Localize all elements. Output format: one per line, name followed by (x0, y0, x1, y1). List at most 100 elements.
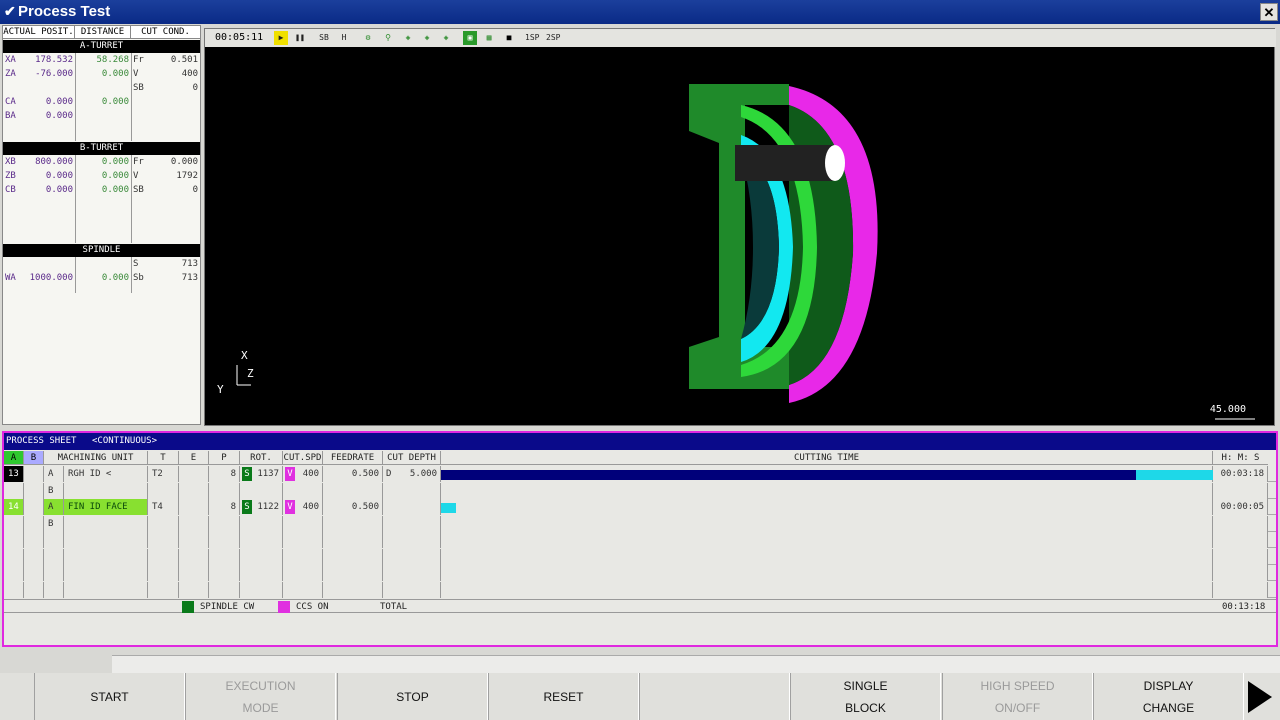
turret-label: A (44, 466, 64, 482)
time-hms (1213, 515, 1268, 532)
spindle-title: SPINDLE (3, 244, 200, 257)
scale-value: 45.000 (1209, 404, 1246, 415)
axis-x-label: X (241, 349, 248, 362)
cutting-time-bar (441, 532, 1213, 548)
function-key-7[interactable]: HIGH SPEED ON/OFF (942, 673, 1093, 720)
function-key-2[interactable]: EXECUTION MODE (185, 673, 336, 720)
p-value-text: 8 (230, 502, 236, 512)
h-icon[interactable]: H (337, 31, 351, 45)
function-key-5[interactable] (639, 673, 790, 720)
p-value (209, 532, 240, 548)
e-value (179, 515, 209, 532)
function-key-8[interactable]: DISPLAY CHANGE (1093, 673, 1244, 720)
turret-b-toggle[interactable]: B (24, 451, 44, 465)
turret-label: A (44, 499, 64, 515)
turret-label (44, 565, 64, 581)
tool-icon[interactable]: ⚙ (361, 31, 375, 45)
time-hms-text: 00:00:05 (1220, 502, 1264, 512)
function-key-label: STOP (396, 689, 429, 704)
process-row[interactable]: 13 A RGH ID < T2 8 1137 S 400 V 0.500 5.000 D 00:03:… (4, 466, 1276, 482)
cutting-time-bar (441, 515, 1213, 532)
header-distance: DISTANCE (75, 26, 131, 39)
cube2-icon[interactable]: ◈ (420, 31, 434, 45)
p-value (209, 482, 240, 499)
probe-icon[interactable]: ⚲ (381, 31, 395, 45)
unit-number-text: 13 (8, 469, 19, 479)
col-e: E (179, 451, 209, 465)
unit-number (4, 565, 24, 581)
cut-depth (383, 565, 441, 581)
axis-row: BA 0.000 (3, 110, 200, 123)
play-icon[interactable]: ▶ (274, 31, 288, 45)
cube-icon[interactable]: ◈ (401, 31, 415, 45)
cut-speed-text: 400 (302, 469, 319, 479)
p-value (209, 515, 240, 532)
cut-depth-text: 5.000 (409, 469, 437, 479)
machining-unit (64, 482, 148, 499)
turret-b-cell (24, 565, 44, 581)
time-hms (1213, 532, 1268, 548)
process-row[interactable]: B (4, 515, 1276, 532)
cut-value: 713 (181, 273, 198, 283)
horizontal-scrollbar[interactable] (112, 655, 1280, 673)
1sp-icon[interactable]: 1SP (525, 31, 539, 45)
turret-a-toggle[interactable]: A (4, 451, 24, 465)
cut-depth (383, 482, 441, 499)
stop-icon[interactable]: ■ (502, 31, 516, 45)
progress-remaining (441, 503, 457, 513)
pause-icon[interactable]: ❚❚ (293, 31, 307, 45)
unit-number: 14 (4, 499, 24, 515)
col-tool: T (148, 451, 179, 465)
time-hms: 00:03:18 (1213, 466, 1268, 482)
rotation-text: 1137 (257, 469, 279, 479)
function-key-label: RESET (543, 689, 584, 704)
p-value (209, 581, 240, 598)
view-icon[interactable]: ▣ (463, 31, 477, 45)
2sp-icon[interactable]: 2SP (546, 31, 560, 45)
tool (148, 548, 179, 565)
col-cutting-time: CUTTING TIME (441, 451, 1213, 465)
process-row[interactable] (4, 548, 1276, 565)
feedrate (323, 581, 383, 598)
rotation: 1122 S (240, 499, 283, 515)
a-turret-title: A-TURRET (3, 40, 200, 53)
feedrate: 0.500 (323, 466, 383, 482)
distance: 58.268 (96, 55, 129, 65)
close-button[interactable]: ✕ (1260, 3, 1278, 21)
axis-row: ZA -76.000 0.000 V 400 (3, 68, 200, 81)
cube3-icon[interactable]: ◈ (439, 31, 453, 45)
simulation-toolbar: 00:05:11 ▶ ❚❚ SB H ⚙ ⚲ ◈ ◈ ◈ ▣ ▦ ■ 1SP 2… (205, 29, 1276, 47)
turret-b-cell (24, 499, 44, 515)
process-row[interactable] (4, 532, 1276, 548)
cut-depth (383, 581, 441, 598)
turret-label-text: B (48, 485, 54, 496)
cut-condition: Fr (133, 55, 144, 65)
function-key-6[interactable]: SINGLE BLOCK (790, 673, 941, 720)
axis-row: CA 0.000 0.000 (3, 96, 200, 109)
function-key-label: HIGH SPEED (980, 678, 1055, 693)
function-key-3[interactable]: STOP (337, 673, 488, 720)
cut-speed-text: 400 (302, 502, 319, 512)
grid-icon[interactable]: ▦ (482, 31, 496, 45)
process-row[interactable] (4, 581, 1276, 598)
sb-icon[interactable]: SB (317, 31, 331, 45)
cutting-time-bar (441, 482, 1213, 499)
function-key-label: SINGLE (843, 678, 888, 693)
function-key-1[interactable]: START (34, 673, 185, 720)
p-value (209, 565, 240, 581)
process-row[interactable] (4, 565, 1276, 581)
axis-row: WA 1000.000 0.000 Sb 713 (3, 272, 200, 285)
next-menu-arrow-icon[interactable] (1248, 681, 1272, 713)
function-key-4[interactable]: RESET (488, 673, 639, 720)
simulation-view[interactable]: 00:05:11 ▶ ❚❚ SB H ⚙ ⚲ ◈ ◈ ◈ ▣ ▦ ■ 1SP 2… (204, 28, 1276, 426)
actual-position: 0.000 (45, 97, 73, 107)
process-row[interactable]: 14 A FIN ID FACE T4 8 1122 S 400 V 0.500 00:00:05 (4, 499, 1276, 515)
unit-number (4, 548, 24, 565)
turret-label-text: B (48, 518, 54, 529)
rotation (240, 532, 283, 548)
col-p: P (209, 451, 240, 465)
process-row[interactable]: B (4, 482, 1276, 499)
ccs-swatch (278, 601, 290, 613)
turret-label (44, 548, 64, 565)
e-value (179, 548, 209, 565)
